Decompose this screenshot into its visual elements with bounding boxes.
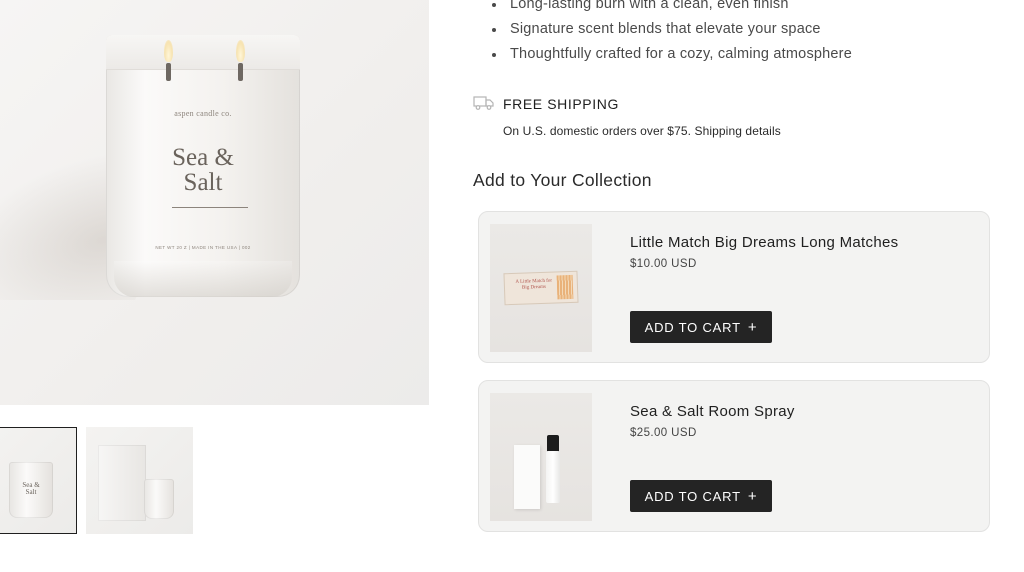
shipping-details-link[interactable]: Shipping details (694, 124, 780, 138)
feature-list: Long-lasting burn with a clean, even fin… (490, 0, 852, 67)
candle-brand-text: aspen candle co. (174, 109, 232, 118)
product-page: aspen candle co. Sea & Salt NET WT 20 Z … (0, 0, 1024, 572)
spray-bottle-illustration (546, 451, 560, 503)
feature-item: Thoughtfully crafted for a cozy, calming… (490, 42, 852, 67)
matchbox-text: A Little Match for Big Dreams (515, 278, 553, 291)
candle-base (114, 261, 292, 297)
plus-icon: + (747, 318, 758, 336)
plus-icon: + (747, 487, 758, 505)
thumbnail-label: Sea & Salt (9, 482, 53, 496)
product-thumbnail[interactable]: A Little Match for Big Dreams (490, 224, 592, 352)
thumbnail-jar: Sea & Salt (9, 462, 53, 518)
candle-name-text: Sea & Salt (106, 145, 300, 195)
add-to-cart-label: ADD TO CART (644, 319, 741, 335)
product-price: $25.00 USD (630, 427, 697, 439)
main-product-image[interactable]: aspen candle co. Sea & Salt NET WT 20 Z … (0, 0, 429, 405)
matches-illustration (556, 274, 574, 300)
thumbnail-box (98, 445, 146, 521)
feature-item: Long-lasting burn with a clean, even fin… (490, 0, 852, 17)
wick-right (238, 63, 243, 81)
candle-jar: aspen candle co. Sea & Salt NET WT 20 Z … (106, 35, 300, 297)
candle-rim (106, 35, 300, 70)
flame-right (236, 40, 245, 62)
product-title[interactable]: Sea & Salt Room Spray (630, 403, 795, 420)
add-to-cart-label: ADD TO CART (644, 488, 741, 504)
truck-icon (473, 96, 494, 110)
collection-title: Add to Your Collection (473, 170, 652, 190)
candle-fine-print: NET WT 20 Z | MADE IN THE USA | 002 (155, 245, 251, 250)
shipping-subtitle: On U.S. domestic orders over $75. Shippi… (503, 124, 781, 138)
shipping-subtitle-text: On U.S. domestic orders over $75. (503, 124, 692, 138)
feature-item: Signature scent blends that elevate your… (490, 17, 852, 42)
candle-name-line1: Sea & (172, 144, 234, 171)
add-to-cart-button[interactable]: ADD TO CART + (630, 480, 772, 512)
thumbnail-jar (144, 479, 174, 519)
candle-name-line2: Salt (183, 169, 223, 196)
flame-left (164, 40, 173, 62)
product-price: $10.00 USD (630, 258, 697, 270)
wick-left (166, 63, 171, 81)
thumbnail-2[interactable] (86, 427, 193, 534)
thumbnail-label-line2: Salt (25, 488, 37, 496)
candle-label-rule (172, 207, 248, 208)
product-title[interactable]: Little Match Big Dreams Long Matches (630, 234, 898, 251)
collection-card: Sea & Salt Room Spray $25.00 USD ADD TO … (478, 380, 990, 532)
collection-card: A Little Match for Big Dreams Little Mat… (478, 211, 990, 363)
add-to-cart-button[interactable]: ADD TO CART + (630, 311, 772, 343)
matchbox-illustration: A Little Match for Big Dreams (503, 270, 579, 306)
product-thumbnail[interactable] (490, 393, 592, 521)
shipping-title: FREE SHIPPING (503, 96, 619, 112)
spray-box-illustration (514, 445, 540, 509)
thumbnail-1[interactable]: Sea & Salt (0, 427, 77, 534)
